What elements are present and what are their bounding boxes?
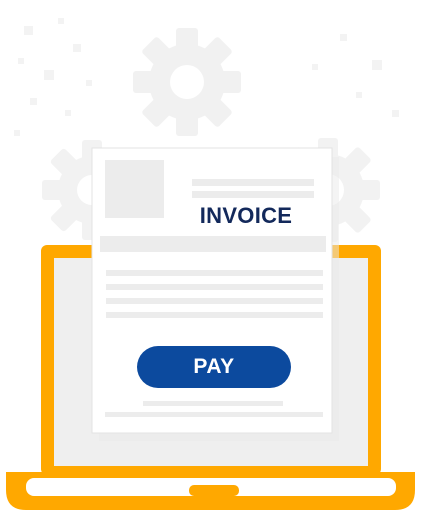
invoice-footer-line <box>105 412 323 417</box>
invoice-title: INVOICE <box>199 203 293 228</box>
invoice-document-icon <box>91 147 339 441</box>
invoice-text-line <box>106 298 323 304</box>
pay-button[interactable]: PAY <box>137 346 291 388</box>
invoice-text-line <box>106 284 323 290</box>
invoice-payment-illustration: INVOICE PAY <box>0 0 421 529</box>
gear-icon <box>133 28 241 136</box>
invoice-logo-placeholder <box>105 160 164 218</box>
laptop-touchpad-notch <box>189 485 239 496</box>
invoice-text-line <box>106 270 323 276</box>
invoice-header-line <box>192 179 314 186</box>
invoice-text-line <box>106 312 323 318</box>
invoice-band <box>100 236 326 252</box>
illustration-canvas <box>6 18 415 510</box>
invoice-header-line <box>192 191 314 198</box>
invoice-footer-line <box>143 401 283 406</box>
